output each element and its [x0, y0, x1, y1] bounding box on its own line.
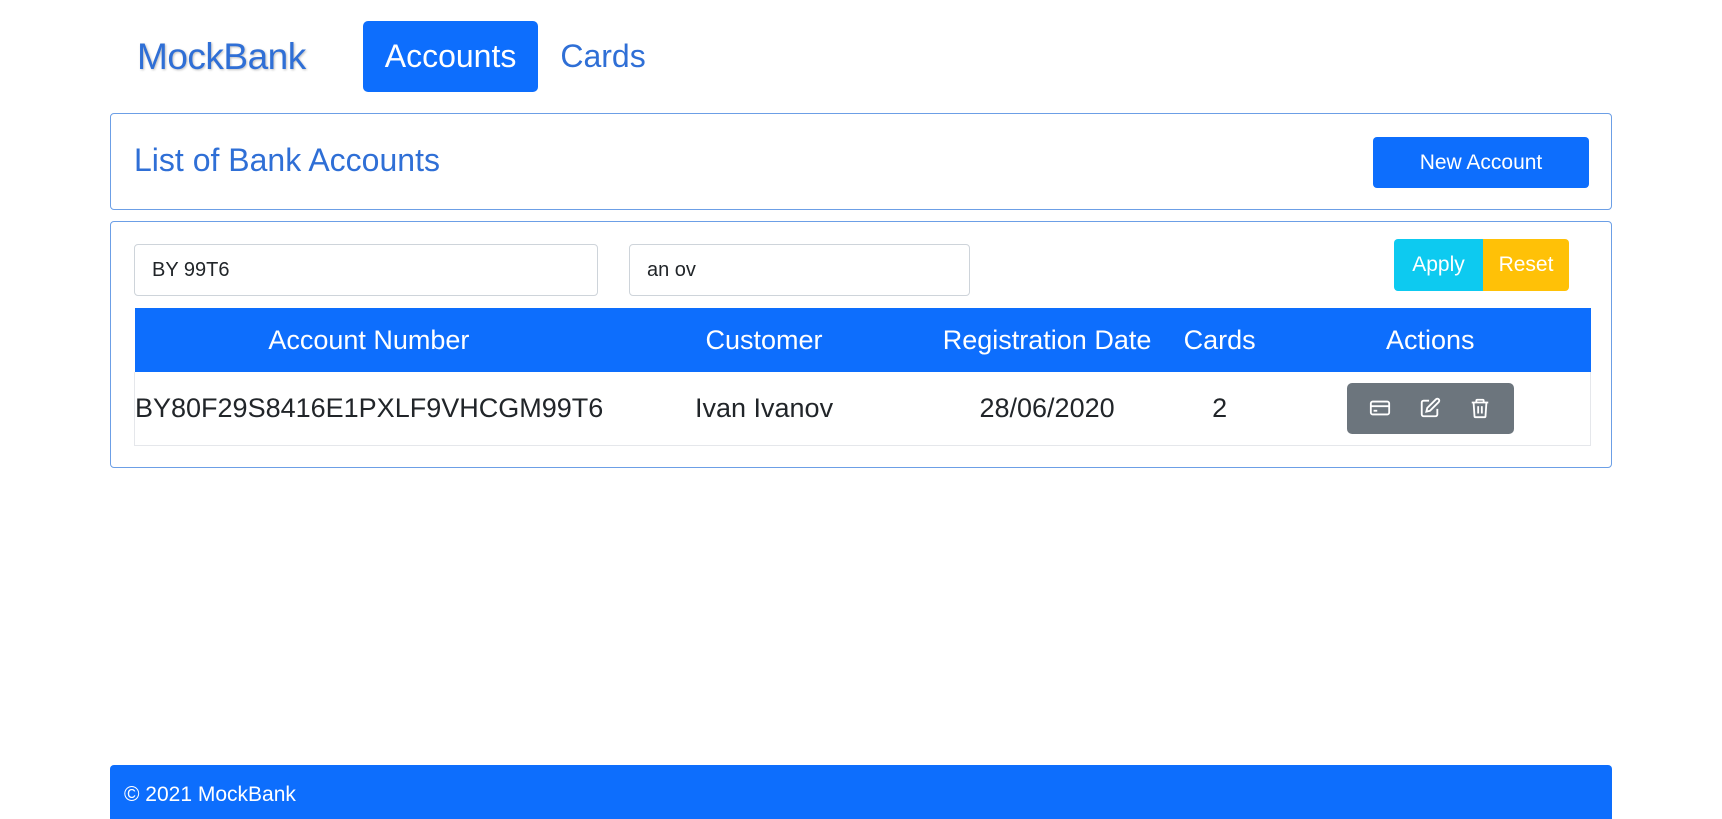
column-header-actions: Actions [1270, 308, 1591, 372]
brand-logo[interactable]: MockBank [137, 36, 306, 78]
delete-account-button[interactable] [1458, 388, 1502, 428]
accounts-card: BY 99T6 an ov Apply Reset Account Number… [110, 221, 1612, 468]
page-header-card: List of Bank Accounts New Account [110, 113, 1612, 210]
column-header-cards: Cards [1169, 308, 1270, 372]
credit-card-icon [1369, 400, 1390, 416]
reset-button[interactable]: Reset [1483, 239, 1569, 291]
filter-button-group: Apply Reset [1394, 239, 1569, 291]
column-header-account-number: Account Number [134, 308, 604, 372]
table-header-row: Account Number Customer Registration Dat… [134, 308, 1591, 372]
table-row: BY80F29S8416E1PXLF9VHCGM99T6 Ivan Ivanov… [134, 372, 1591, 446]
customer-filter-input[interactable]: an ov [629, 244, 970, 296]
cell-cards: 2 [1169, 372, 1270, 446]
column-header-customer: Customer [603, 308, 925, 372]
footer-copyright: © 2021 MockBank [124, 783, 296, 806]
account-number-filter-input[interactable]: BY 99T6 [134, 244, 598, 296]
column-header-registration-date: Registration Date [924, 308, 1170, 372]
cell-customer: Ivan Ivanov [603, 372, 925, 446]
apply-button[interactable]: Apply [1394, 239, 1483, 291]
trash-icon [1472, 399, 1489, 419]
accounts-table: Account Number Customer Registration Dat… [134, 308, 1591, 446]
navbar: MockBank Accounts Cards [110, 21, 668, 92]
new-account-button[interactable]: New Account [1373, 137, 1589, 188]
edit-icon [1420, 398, 1441, 418]
footer: © 2021 MockBank [110, 765, 1612, 819]
nav-link-cards[interactable]: Cards [538, 21, 667, 92]
view-cards-button[interactable] [1358, 388, 1402, 428]
nav-link-accounts[interactable]: Accounts [362, 21, 539, 92]
edit-account-button[interactable] [1408, 388, 1452, 428]
cell-actions [1270, 372, 1591, 446]
page-title: List of Bank Accounts [134, 142, 440, 178]
cell-account-number: BY80F29S8416E1PXLF9VHCGM99T6 [134, 372, 604, 446]
row-actions-group [1346, 382, 1514, 434]
cell-registration-date: 28/06/2020 [924, 372, 1170, 446]
